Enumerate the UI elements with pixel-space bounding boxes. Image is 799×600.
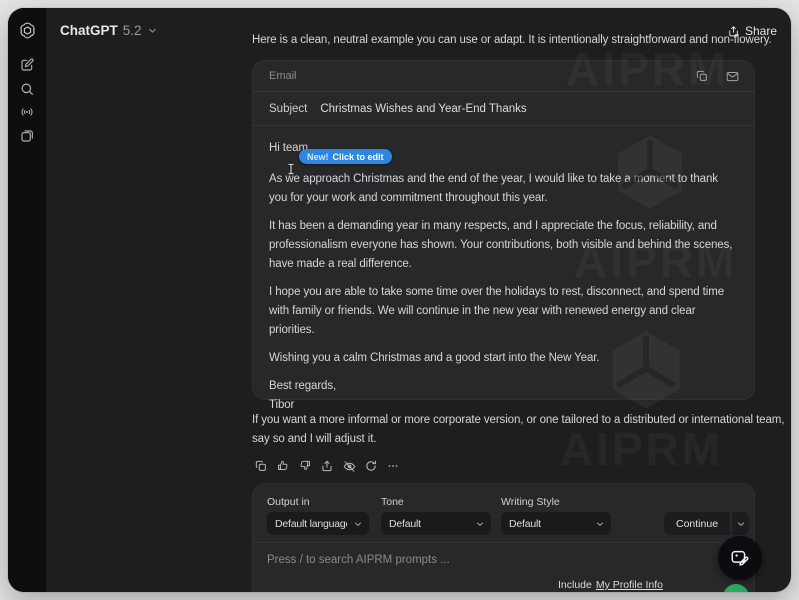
mail-icon[interactable] <box>725 69 740 84</box>
continue-button[interactable]: Continue <box>664 512 730 535</box>
email-card-type-label: Email <box>269 70 695 82</box>
model-switcher[interactable]: ChatGPT 5.2 <box>60 20 158 40</box>
model-version: 5.2 <box>123 23 142 38</box>
writing-style-field: Writing Style Default <box>501 496 611 535</box>
click-to-edit-tooltip[interactable]: New! Click to edit <box>299 149 392 164</box>
outro-line: say so and I will adjust it. <box>252 430 784 449</box>
sidebar-rail <box>8 8 46 592</box>
regenerate-icon[interactable] <box>360 455 382 477</box>
assistant-intro-message: Here is a clean, neutral example you can… <box>252 34 772 46</box>
subject-row: Subject Christmas Wishes and Year-End Th… <box>253 92 754 125</box>
output-in-field: Output in Default language <box>267 496 369 535</box>
openai-logo-icon[interactable] <box>16 19 38 41</box>
message-actions <box>250 455 404 477</box>
email-paragraph: As we approach Christmas and the end of … <box>269 170 738 208</box>
thumbs-down-icon[interactable] <box>294 455 316 477</box>
aiprm-prompt-search-input[interactable] <box>267 550 597 570</box>
more-icon[interactable] <box>382 455 404 477</box>
new-badge: New! <box>307 152 329 162</box>
chevron-down-icon <box>475 519 485 529</box>
new-chat-icon[interactable] <box>16 54 38 76</box>
screenshot-root: ChatGPT 5.2 Share Here is a clean, neutr… <box>0 0 799 600</box>
chevron-down-icon <box>353 519 363 529</box>
email-card-header: Email <box>253 61 754 91</box>
hide-eye-off-icon[interactable] <box>338 455 360 477</box>
share-icon[interactable] <box>316 455 338 477</box>
outro-line: If you want a more informal or more corp… <box>252 411 784 430</box>
tone-label: Tone <box>381 496 491 508</box>
output-in-label: Output in <box>267 496 369 508</box>
chevron-down-icon <box>147 25 158 36</box>
tone-select[interactable]: Default <box>381 512 491 535</box>
writing-style-label: Writing Style <box>501 496 611 508</box>
email-paragraph: It has been a demanding year in many res… <box>269 217 738 274</box>
copy-icon[interactable] <box>695 69 710 84</box>
email-body: Hi team, As we approach Christmas and th… <box>253 126 754 415</box>
thumbs-up-icon[interactable] <box>272 455 294 477</box>
email-card: Email Subjec <box>252 60 755 400</box>
continue-dropdown-button[interactable] <box>732 512 749 535</box>
output-in-select[interactable]: Default language <box>267 512 369 535</box>
include-profile-row: Include My Profile Info <box>558 579 663 591</box>
assistant-outro-message: If you want a more informal or more corp… <box>252 411 784 449</box>
voice-icon[interactable] <box>16 101 38 123</box>
aiprm-image-edit-button[interactable] <box>718 536 762 580</box>
subject-value: Christmas Wishes and Year-End Thanks <box>320 103 526 115</box>
library-icon[interactable] <box>16 125 38 147</box>
email-paragraph: Wishing you a calm Christmas and a good … <box>269 349 738 368</box>
include-label: Include <box>558 579 592 591</box>
divider <box>253 542 754 543</box>
my-profile-info-link[interactable]: My Profile Info <box>596 579 663 591</box>
tooltip-label: Click to edit <box>333 152 384 162</box>
email-paragraph: Best regards, <box>269 377 738 396</box>
aiprm-composer-panel: Output in Default language Tone Default <box>252 483 755 592</box>
subject-label: Subject <box>269 103 307 115</box>
writing-style-select[interactable]: Default <box>501 512 611 535</box>
email-paragraph: I hope you are able to take some time ov… <box>269 283 738 340</box>
chevron-down-icon <box>595 519 605 529</box>
text-cursor-icon <box>286 162 296 181</box>
chatgpt-window: ChatGPT 5.2 Share Here is a clean, neutr… <box>8 8 791 592</box>
search-icon[interactable] <box>16 78 38 100</box>
continue-split-button: Continue <box>664 512 749 535</box>
tone-field: Tone Default <box>381 496 491 535</box>
copy-icon[interactable] <box>250 455 272 477</box>
app-title: ChatGPT <box>60 23 118 38</box>
